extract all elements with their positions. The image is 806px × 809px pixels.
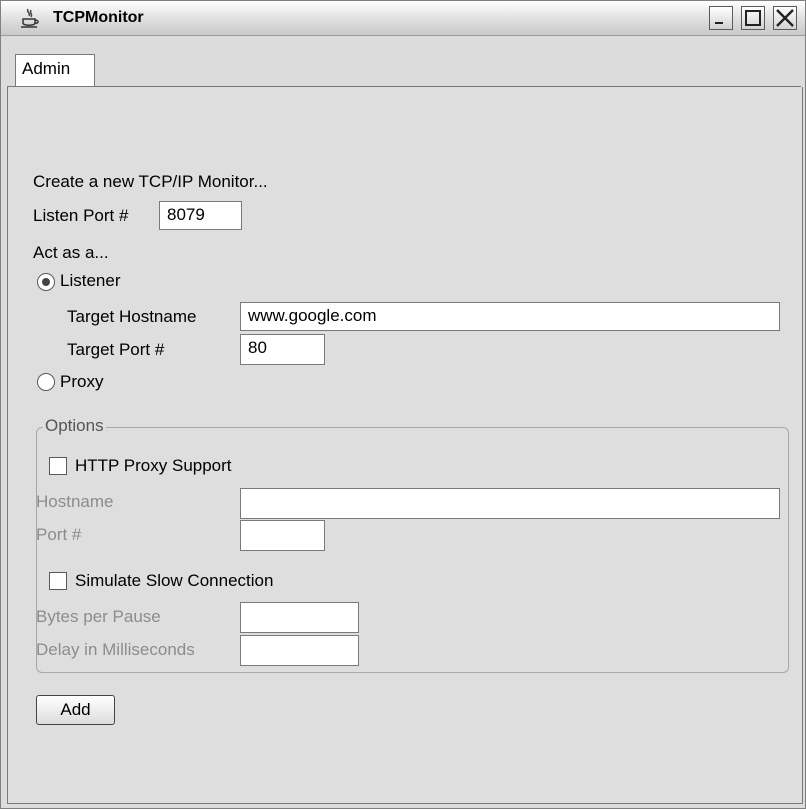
window-title: TCPMonitor [53,9,144,26]
slow-connection-checkbox[interactable] [49,572,67,590]
target-port-label: Target Port # [67,340,165,359]
minimize-icon [715,22,723,24]
title-bar[interactable]: TCPMonitor [1,1,805,36]
minimize-button[interactable] [709,6,733,30]
target-port-input[interactable]: 80 [240,334,325,365]
slow-connection-label: Simulate Slow Connection [75,571,274,590]
close-icon [776,9,794,27]
proxy-radio[interactable] [37,373,55,391]
proxy-hostname-input[interactable] [240,488,780,519]
bytes-per-pause-label: Bytes per Pause [36,607,161,626]
maximize-icon [745,10,761,26]
proxy-port-input[interactable] [240,520,325,551]
listener-label: Listener [60,271,121,290]
tcpmonitor-window: TCPMonitor Admin Create a new TCP/IP Mon… [0,0,806,809]
java-cup-icon [21,8,39,28]
options-group-label: Options [43,416,106,436]
listener-radio[interactable] [37,273,55,291]
delay-label: Delay in Milliseconds [36,640,195,659]
bytes-per-pause-input[interactable] [240,602,359,633]
tab-strip: Admin [7,37,801,87]
proxy-label: Proxy [60,372,104,391]
maximize-button[interactable] [741,6,765,30]
tab-admin-label: Admin [22,59,71,78]
proxy-hostname-label: Hostname [36,492,114,511]
http-proxy-label: HTTP Proxy Support [75,456,232,475]
listen-port-input[interactable]: 8079 [159,201,242,230]
tab-admin[interactable]: Admin [15,54,95,86]
delay-input[interactable] [240,635,359,666]
act-as-label: Act as a... [33,243,109,262]
target-hostname-label: Target Hostname [67,307,197,326]
listen-port-label: Listen Port # [33,206,129,225]
http-proxy-checkbox[interactable] [49,457,67,475]
create-monitor-heading: Create a new TCP/IP Monitor... [33,172,268,191]
close-button[interactable] [773,6,797,30]
add-button[interactable]: Add [36,695,115,725]
proxy-port-label: Port # [36,525,82,544]
radio-selected-dot [42,278,50,286]
add-button-label: Add [60,700,91,719]
target-hostname-input[interactable]: www.google.com [240,302,780,331]
